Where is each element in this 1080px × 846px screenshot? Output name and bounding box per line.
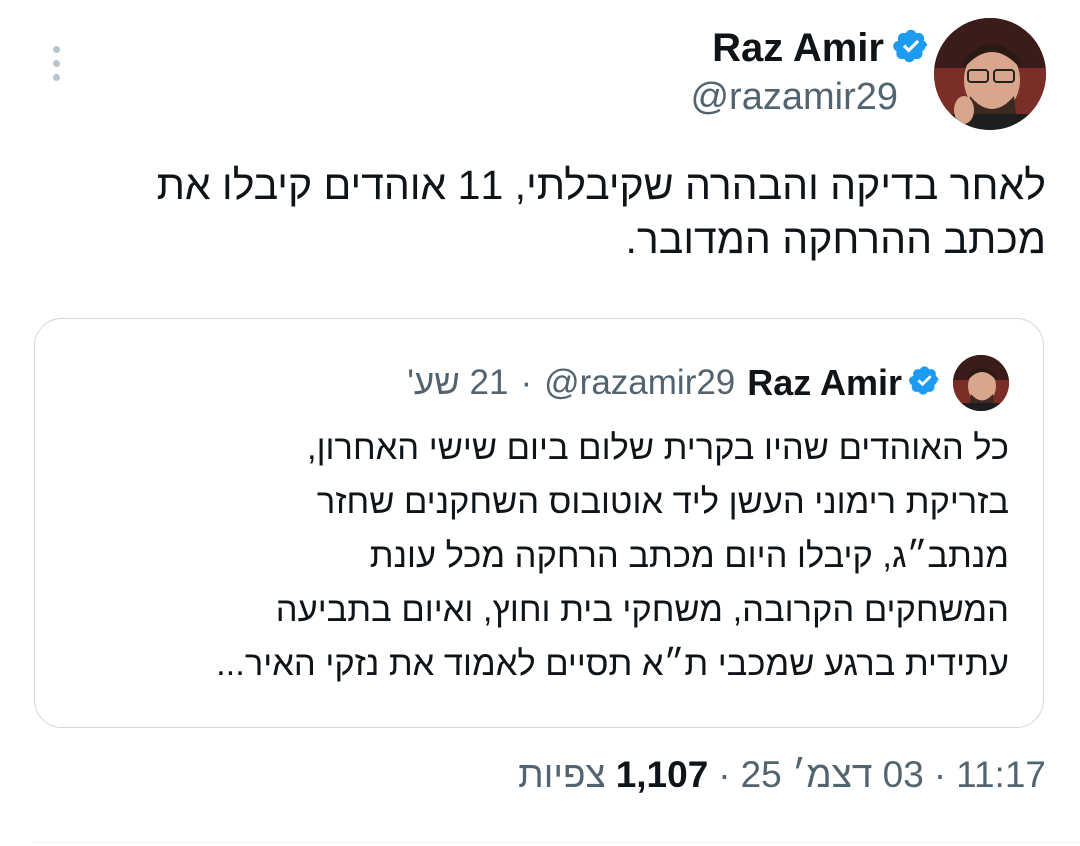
quoted-text-line: עתידית ברגע שמכבי ת״א תסיים לאמוד את נזק… [216, 645, 1009, 683]
views-count: 1,107 [615, 754, 709, 795]
author-name-row[interactable]: Raz Amir [712, 26, 930, 71]
views-label: צפיות [518, 754, 606, 795]
quoted-text-line: המשחקים הקרובה, משחקי בית וחוץ, ואיום בת… [275, 591, 1009, 629]
tweet-text: לאחר בדיקה והבהרה שקיבלתי, 11 אוהדים קיב… [156, 162, 1046, 262]
divider [34, 842, 1080, 843]
quoted-tweet-text: כל האוהדים שהיו בקרית שלום ביום שישי האח… [59, 421, 1009, 691]
verified-badge-icon [892, 27, 930, 70]
quoted-avatar [953, 355, 1009, 411]
tweet-meta: 11:17 · 03 דצמ׳ 25 · 1,107 צפיות [518, 754, 1046, 796]
author-name[interactable]: Raz Amir [712, 26, 884, 71]
quoted-author-handle: @razamir29 [544, 363, 736, 402]
separator-dot: · [520, 363, 533, 402]
author-handle[interactable]: @razamir29 [690, 76, 898, 119]
tweet-date[interactable]: 03 דצמ׳ 25 [741, 754, 924, 796]
quoted-tweet-card[interactable]: Raz Amir @razamir29 · 21 שע' כל האוהדים … [34, 318, 1044, 728]
separator-dot: · [718, 754, 731, 795]
quoted-tweet-time: 21 שע' [407, 363, 509, 402]
quoted-text-line: בזריקת רימוני העשן ליד אוטובוס השחקנים ש… [316, 483, 1009, 521]
quoted-text-line: מנתב״ג, קיבלו היום מכתב הרחקה מכל עונת [369, 537, 1009, 575]
quoted-author-name: Raz Amir [747, 362, 902, 403]
quoted-text-line: כל האוהדים שהיו בקרית שלום ביום שישי האח… [307, 429, 1009, 467]
verified-badge-icon [908, 364, 941, 402]
quoted-name-row: Raz Amir [747, 362, 941, 404]
more-options-icon[interactable] [36, 38, 76, 88]
avatar[interactable] [934, 18, 1046, 130]
separator-dot: · [933, 754, 947, 795]
tweet-time[interactable]: 11:17 [956, 754, 1046, 796]
quoted-tweet-header: Raz Amir @razamir29 · 21 שע' [407, 355, 1009, 411]
